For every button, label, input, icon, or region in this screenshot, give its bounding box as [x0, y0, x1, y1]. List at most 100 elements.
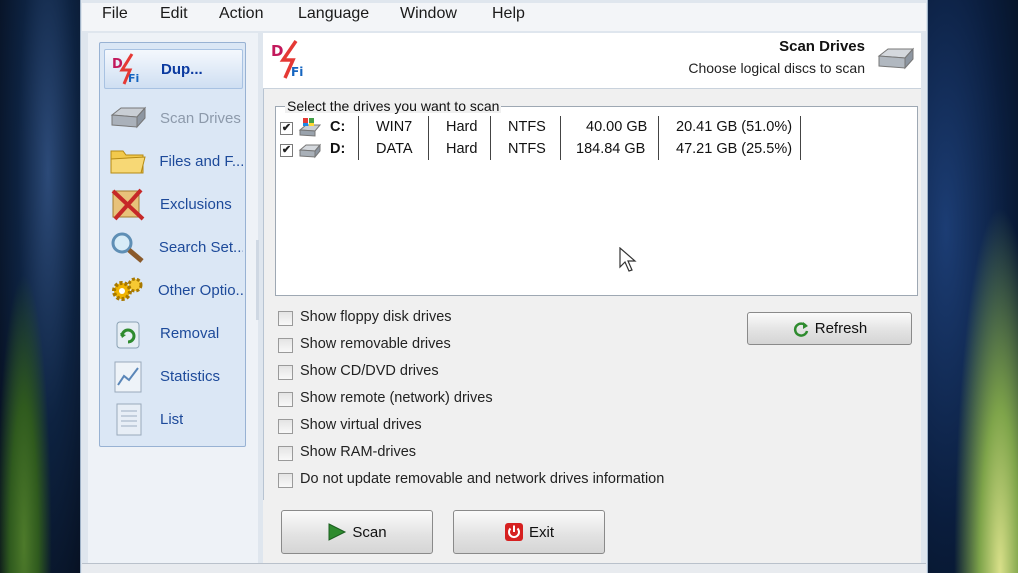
drive-size: 184.84 GB	[576, 141, 646, 157]
sidebar-item-label: Other Optio...	[158, 281, 243, 299]
sidebar-item-label: Removal	[160, 324, 220, 342]
sidebar-item-label: List	[160, 410, 184, 428]
page-header: D Fi Scan Drives Choose logical discs to …	[263, 33, 921, 89]
app-logo-icon: D Fi	[109, 52, 149, 86]
power-icon	[504, 522, 524, 542]
system-drive-icon	[298, 118, 322, 142]
sidebar-item-label: Exclusions	[160, 195, 232, 213]
scan-label: Scan	[352, 523, 387, 541]
sidebar-item-dup[interactable]: D Fi Dup...	[104, 49, 243, 89]
drive-free-space: 47.21 GB (25.5%)	[676, 141, 793, 157]
sidebar-item-other-options[interactable]: Other Optio...	[104, 270, 243, 310]
drive-filesystem: NTFS	[508, 141, 546, 157]
drive-size: 40.00 GB	[586, 119, 648, 135]
exit-button[interactable]: Exit	[453, 510, 605, 554]
option-label: Show removable drives	[300, 336, 451, 352]
drive-letter: C:	[330, 119, 346, 135]
exit-label: Exit	[528, 523, 554, 541]
option-network[interactable]: Show remote (network) drives	[278, 390, 518, 410]
app-logo-icon: D Fi	[269, 38, 313, 85]
refresh-icon	[792, 320, 810, 338]
status-bar	[82, 563, 926, 573]
checkbox[interactable]	[278, 446, 293, 461]
menu-file[interactable]: File	[102, 5, 128, 23]
play-icon	[327, 523, 347, 541]
checkbox[interactable]	[278, 311, 293, 326]
desktop-background-right	[928, 0, 1018, 573]
menu-window[interactable]: Window	[400, 5, 457, 23]
checkbox[interactable]	[278, 419, 293, 434]
menu-edit[interactable]: Edit	[160, 5, 188, 23]
option-removable[interactable]: Show removable drives	[278, 336, 478, 356]
page-title: Scan Drives	[779, 38, 865, 55]
option-cd-dvd[interactable]: Show CD/DVD drives	[278, 363, 478, 383]
list-icon	[108, 402, 148, 436]
column-separator	[428, 138, 430, 160]
chart-icon	[108, 359, 148, 393]
sidebar-item-label: Dup...	[161, 60, 203, 78]
column-separator	[658, 116, 660, 138]
sidebar-item-label: Files and F...	[159, 152, 243, 170]
checkbox[interactable]	[278, 365, 293, 380]
drive-row-d[interactable]: ✔ D: DATA Hard NTFS 184.84 GB 47.21 GB (…	[280, 138, 820, 163]
checkbox[interactable]	[278, 392, 293, 407]
checkbox[interactable]	[278, 473, 293, 488]
hard-drive-icon	[877, 47, 915, 74]
column-separator	[800, 138, 802, 160]
checkbox[interactable]	[278, 338, 293, 353]
drive-free-space: 20.41 GB (51.0%)	[676, 119, 793, 135]
drive-row-c[interactable]: ✔ C: WIN7 Hard NTFS 40.00 GB 20.41 GB (5…	[280, 116, 820, 142]
sidebar-item-removal[interactable]: Removal	[104, 313, 243, 353]
menu-help[interactable]: Help	[492, 5, 525, 23]
drive-checkbox-d[interactable]: ✔	[280, 144, 293, 157]
splitter-grip[interactable]	[256, 240, 259, 320]
sidebar-item-label: Statistics	[160, 367, 221, 385]
sidebar-item-label: Scan Drives	[160, 109, 241, 127]
drive-letter: D:	[330, 141, 346, 157]
column-separator	[560, 116, 562, 138]
page-subtitle: Choose logical discs to scan	[688, 60, 865, 76]
option-ram[interactable]: Show RAM-drives	[278, 444, 478, 464]
drives-group-label: Select the drives you want to scan	[285, 98, 502, 114]
sidebar-item-statistics[interactable]: Statistics	[104, 356, 243, 396]
svg-text:D: D	[271, 42, 283, 60]
desktop-background-left	[0, 0, 80, 573]
sidebar-item-exclusions[interactable]: Exclusions	[104, 184, 243, 224]
hard-drive-icon	[298, 143, 322, 163]
drive-type: Hard	[446, 141, 478, 157]
option-virtual[interactable]: Show virtual drives	[278, 417, 478, 437]
mouse-cursor-icon	[619, 246, 637, 276]
folder-icon	[108, 144, 147, 178]
sidebar-item-scan-drives[interactable]: Scan Drives	[104, 98, 243, 138]
drive-label: DATA	[376, 141, 413, 157]
column-separator	[428, 116, 430, 138]
option-label: Show virtual drives	[300, 417, 422, 433]
sidebar-item-files-and-folders[interactable]: Files and F...	[104, 141, 243, 181]
drive-filesystem: NTFS	[508, 119, 546, 135]
sidebar-item-search-settings[interactable]: Search Set...	[104, 227, 243, 267]
column-separator	[800, 116, 802, 138]
drive-label: WIN7	[376, 119, 413, 135]
option-label: Show floppy disk drives	[300, 309, 452, 325]
scan-button[interactable]: Scan	[281, 510, 433, 554]
column-separator	[358, 116, 360, 138]
drive-checkbox-c[interactable]: ✔	[280, 122, 293, 135]
column-separator	[358, 138, 360, 160]
menu-language[interactable]: Language	[298, 5, 369, 23]
option-no-update[interactable]: Do not update removable and network driv…	[278, 471, 698, 491]
gears-icon	[108, 273, 146, 307]
drive-type: Hard	[446, 119, 478, 135]
refresh-label: Refresh	[814, 320, 868, 337]
refresh-button[interactable]: Refresh	[747, 312, 912, 345]
sidebar-item-label: Search Set...	[158, 238, 243, 256]
column-separator	[490, 116, 492, 138]
option-label: Show RAM-drives	[300, 444, 417, 460]
option-label: Do not update removable and network driv…	[300, 471, 665, 487]
sidebar-nav: D Fi Dup... Scan Drives Files and F... Ex…	[99, 42, 246, 447]
sidebar-item-list[interactable]: List	[104, 399, 243, 439]
hard-drive-icon	[108, 101, 148, 135]
recycle-icon	[108, 316, 148, 350]
menu-action[interactable]: Action	[219, 5, 263, 23]
svg-text:Fi: Fi	[291, 65, 303, 79]
option-floppy[interactable]: Show floppy disk drives	[278, 309, 478, 329]
